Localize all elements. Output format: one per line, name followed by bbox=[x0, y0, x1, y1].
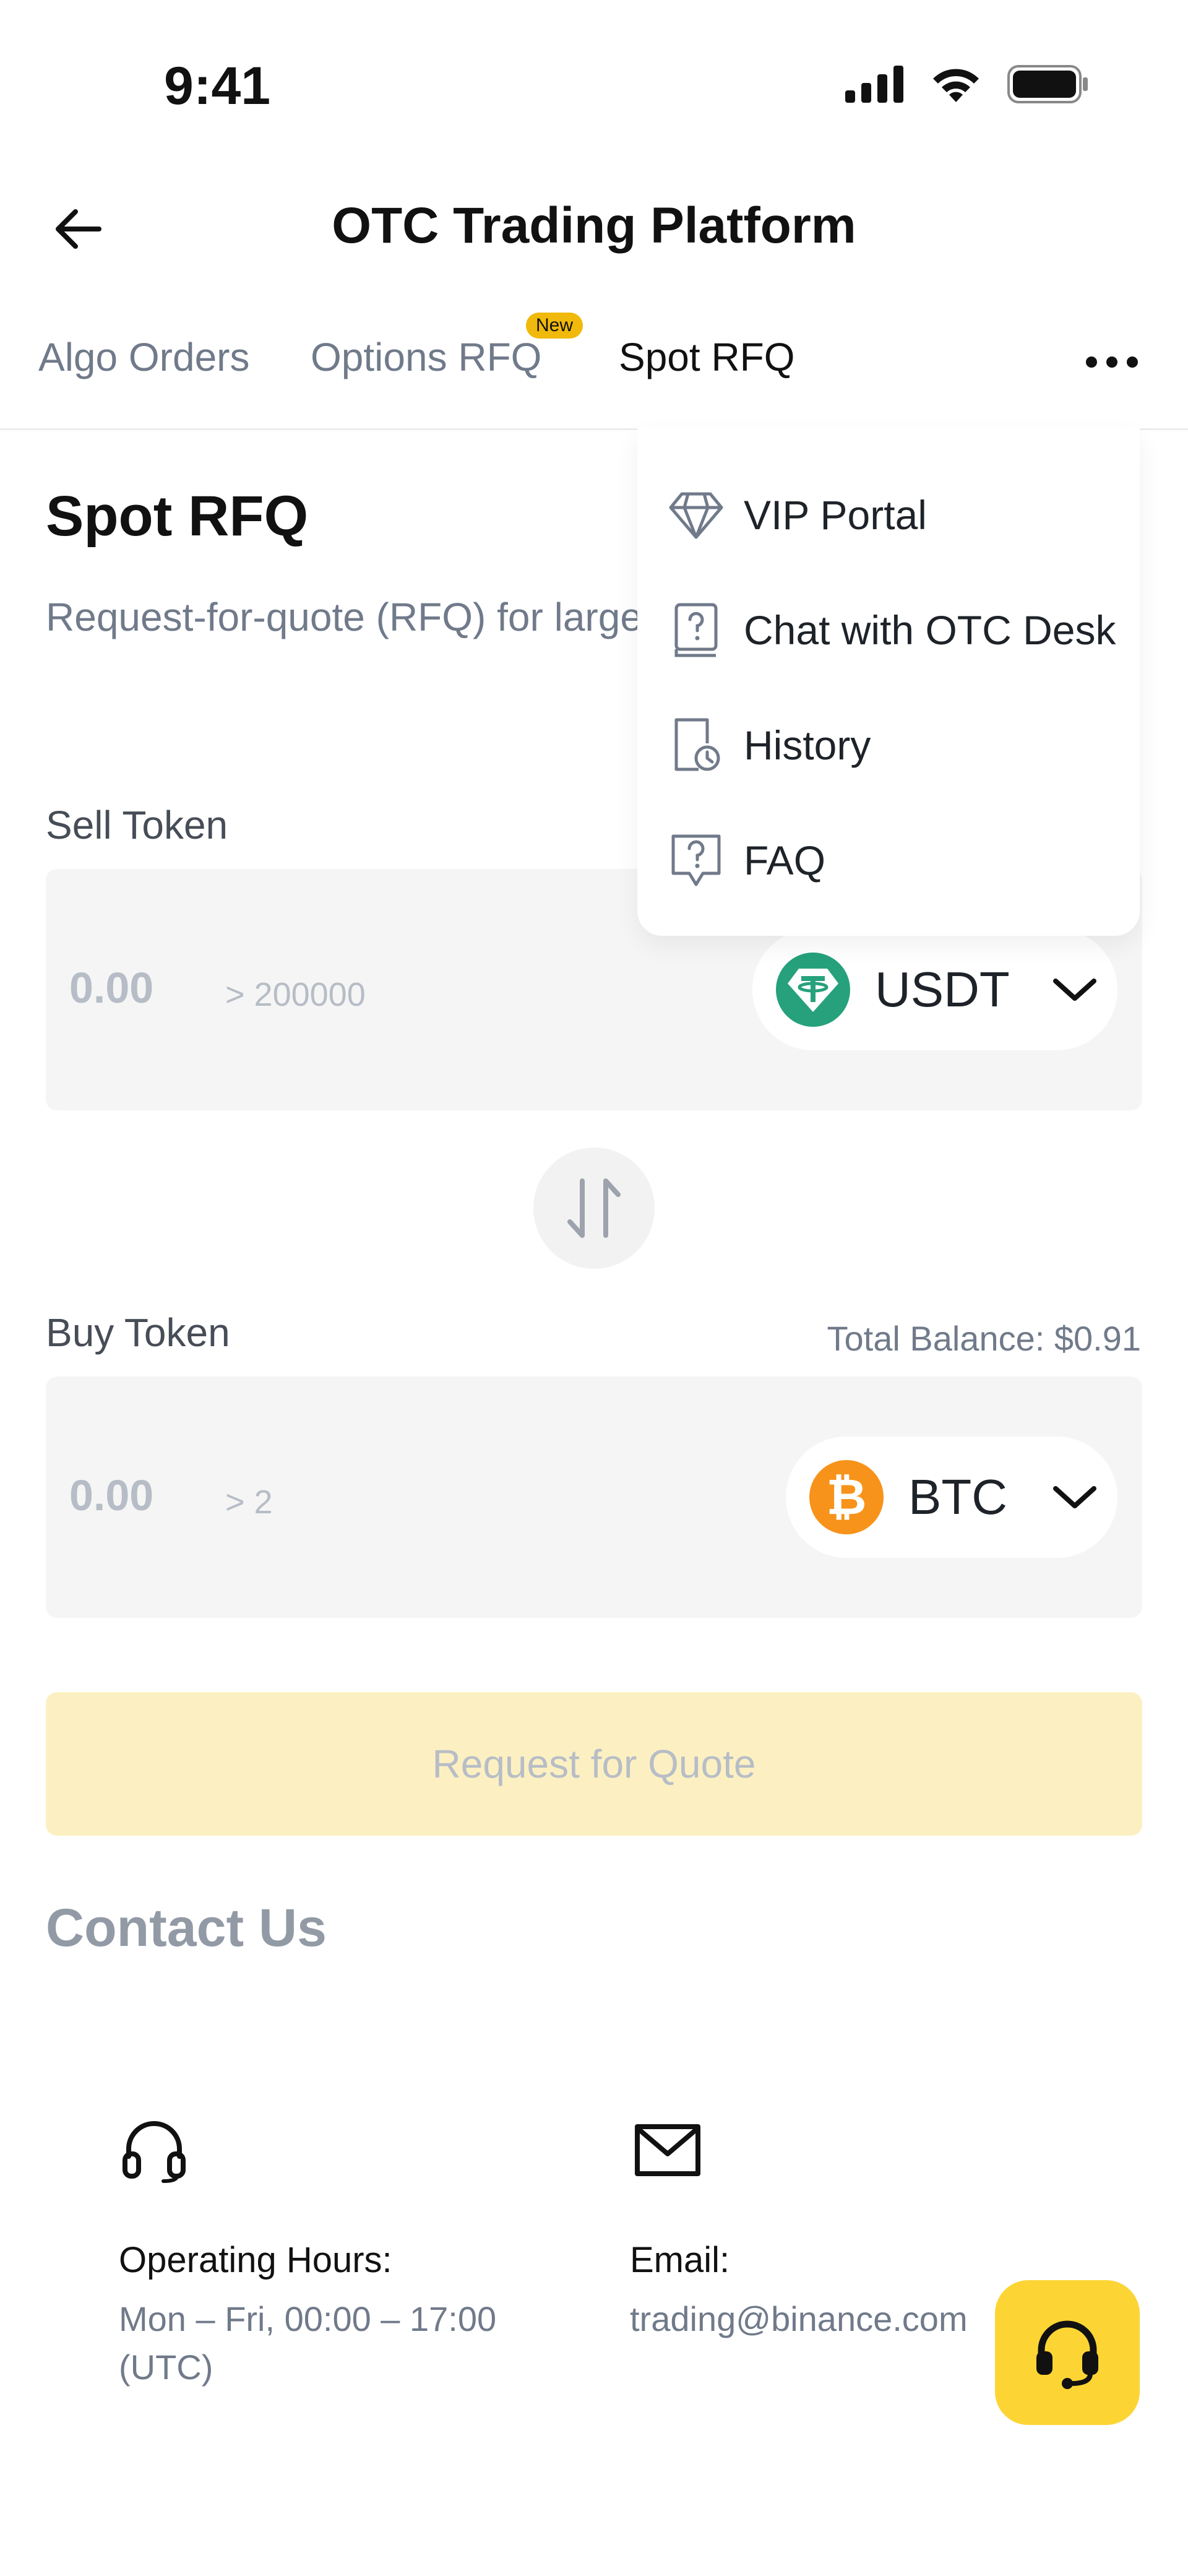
history-icon bbox=[668, 717, 724, 773]
sell-min-hint: > 200000 bbox=[225, 976, 366, 1013]
status-icons bbox=[845, 65, 1089, 103]
customer-support-button[interactable] bbox=[995, 2280, 1140, 2425]
signal-icon bbox=[845, 66, 903, 103]
chat-icon bbox=[668, 602, 724, 658]
usdt-icon bbox=[776, 953, 850, 1027]
diamond-icon bbox=[668, 487, 724, 543]
tab-options-rfq[interactable]: Options RFQ bbox=[311, 334, 541, 380]
sell-token-label: Sell Token bbox=[46, 803, 228, 847]
menu-item-faq[interactable]: FAQ bbox=[668, 823, 825, 897]
page-title: OTC Trading Platform bbox=[332, 197, 856, 254]
menu-item-label: History bbox=[744, 722, 871, 768]
battery-icon bbox=[1007, 65, 1088, 103]
more-menu-dropdown: VIP Portal Chat with OTC Desk History FA… bbox=[637, 427, 1140, 936]
btc-icon: ₿ bbox=[809, 1460, 884, 1534]
total-balance: Total Balance: $0.91 bbox=[827, 1319, 1141, 1358]
menu-item-label: FAQ bbox=[744, 837, 826, 883]
menu-item-vip-portal[interactable]: VIP Portal bbox=[668, 478, 927, 552]
chevron-down-icon bbox=[1053, 1486, 1096, 1508]
email-value[interactable]: trading@binance.com bbox=[630, 2295, 968, 2343]
buy-min-hint: > 2 bbox=[225, 1484, 273, 1521]
chevron-down-icon bbox=[1052, 979, 1096, 1001]
menu-item-label: VIP Portal bbox=[744, 492, 927, 538]
wifi-icon bbox=[933, 69, 979, 102]
operating-hours-label: Operating Hours: bbox=[119, 2240, 392, 2280]
buy-amount-input[interactable]: 0.00 bbox=[69, 1471, 153, 1520]
more-button[interactable] bbox=[1084, 353, 1140, 371]
buy-token-selector[interactable]: ₿ BTC bbox=[786, 1437, 1117, 1558]
tab-algo-orders[interactable]: Algo Orders bbox=[38, 334, 249, 380]
swap-tokens-button[interactable] bbox=[533, 1148, 655, 1269]
headset-icon bbox=[1036, 2320, 1098, 2389]
swap-arrows-icon bbox=[567, 1178, 621, 1238]
buy-token-name: BTC bbox=[908, 1469, 1007, 1524]
menu-item-label: Chat with OTC Desk bbox=[744, 607, 1116, 653]
email-label: Email: bbox=[630, 2240, 730, 2280]
sell-token-name: USDT bbox=[875, 962, 1010, 1017]
operating-hours-timezone: (UTC) bbox=[119, 2348, 213, 2387]
menu-item-chat-otc-desk[interactable]: Chat with OTC Desk bbox=[668, 593, 1116, 667]
tab-spot-rfq[interactable]: Spot RFQ bbox=[619, 334, 795, 380]
buy-token-label: Buy Token bbox=[46, 1310, 230, 1355]
section-title: Spot RFQ bbox=[46, 485, 309, 548]
operating-hours-value: Mon – Fri, 00:00 – 17:00 bbox=[119, 2299, 497, 2338]
request-for-quote-button[interactable]: Request for Quote bbox=[46, 1692, 1142, 1836]
contact-us-title: Contact Us bbox=[46, 1898, 327, 1958]
faq-icon bbox=[668, 832, 724, 888]
mail-icon bbox=[635, 2124, 700, 2176]
menu-item-history[interactable]: History bbox=[668, 708, 871, 782]
section-subtitle: Request-for-quote (RFQ) for large bbox=[46, 595, 640, 639]
new-badge: New bbox=[526, 313, 583, 339]
buy-token-panel: 0.00 > 2 ₿ BTC bbox=[46, 1377, 1142, 1618]
sell-token-selector[interactable]: USDT bbox=[752, 929, 1117, 1050]
status-time: 9:41 bbox=[164, 56, 271, 116]
tab-bar: Algo Orders Options RFQ Spot RFQ bbox=[0, 334, 1188, 427]
headset-icon bbox=[123, 2121, 186, 2183]
sell-amount-input[interactable]: 0.00 bbox=[69, 963, 153, 1013]
more-dots-icon bbox=[1086, 357, 1138, 368]
